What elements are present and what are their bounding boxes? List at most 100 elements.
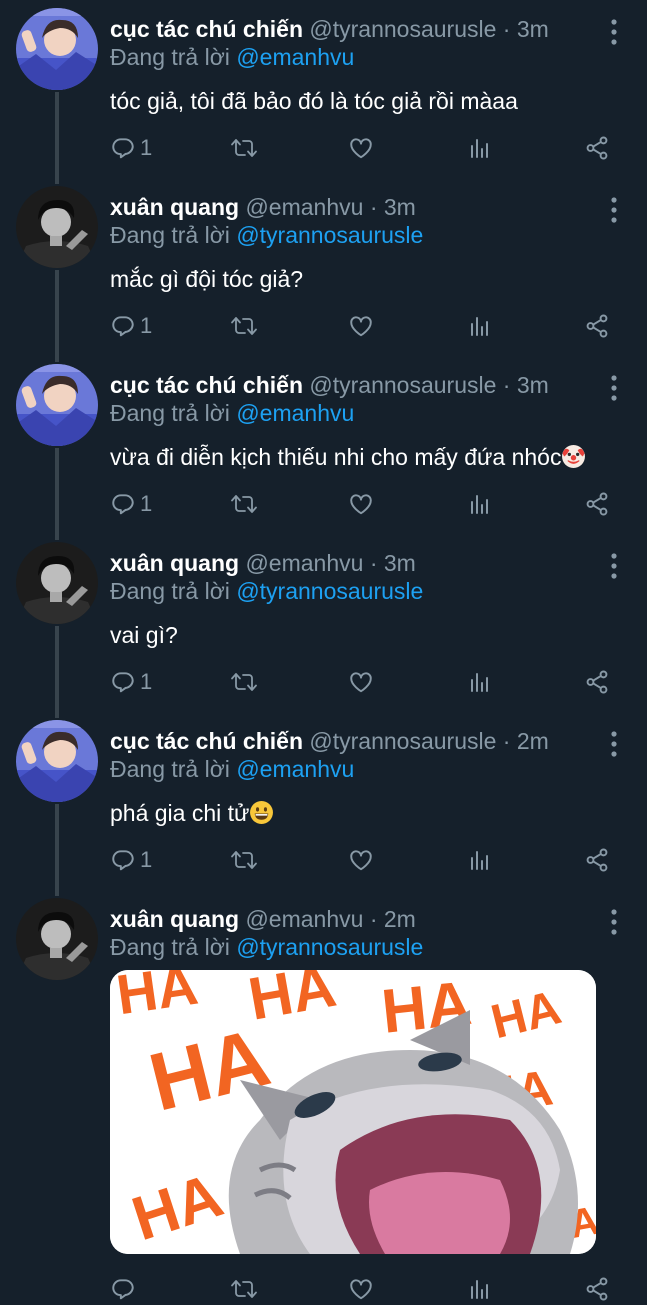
- reply-icon: [112, 850, 134, 871]
- tweet[interactable]: cục tác chú chiến @tyrannosaurusle · 3m …: [0, 0, 647, 178]
- more-vertical-icon[interactable]: [604, 194, 624, 226]
- tweet[interactable]: xuân quang @emanhvu · 2m Đang trả lời @t…: [0, 890, 647, 1305]
- retweet-button[interactable]: [230, 667, 258, 697]
- heart-icon: [350, 850, 372, 871]
- share-button[interactable]: [584, 1274, 610, 1304]
- reply-button[interactable]: 1: [110, 489, 152, 519]
- reply-button[interactable]: 1: [110, 845, 152, 875]
- tweet[interactable]: xuân quang @emanhvu · 3m Đang trả lời @t…: [0, 178, 647, 356]
- user-handle[interactable]: @tyrannosaurusle: [309, 16, 496, 42]
- tweet[interactable]: xuân quang @emanhvu · 3m Đang trả lời @t…: [0, 534, 647, 712]
- user-handle[interactable]: @emanhvu: [245, 906, 363, 932]
- retweet-icon: [231, 317, 257, 335]
- tweet[interactable]: cục tác chú chiến @tyrannosaurusle · 2m …: [0, 712, 647, 890]
- tweet[interactable]: cục tác chú chiến @tyrannosaurusle · 3m …: [0, 356, 647, 534]
- heart-icon: [350, 138, 372, 159]
- tweet-text: tóc giả, tôi đã bảo đó là tóc giả rồi mà…: [110, 88, 518, 114]
- mention-link[interactable]: @emanhvu: [236, 44, 354, 70]
- retweet-button[interactable]: [230, 311, 258, 341]
- replying-label: Đang trả lời: [110, 400, 230, 426]
- reply-button[interactable]: 1: [110, 667, 152, 697]
- replying-to: Đang trả lời @emanhvu: [110, 754, 354, 784]
- analytics-button[interactable]: [468, 311, 492, 341]
- user-handle[interactable]: @tyrannosaurusle: [309, 728, 496, 754]
- tweet-text-container: phá gia chi tử: [110, 798, 274, 828]
- more-vertical-icon[interactable]: [604, 906, 624, 938]
- share-icon: [586, 492, 608, 516]
- like-button[interactable]: [348, 489, 374, 519]
- share-button[interactable]: [584, 311, 610, 341]
- tweet-header: cục tác chú chiến @tyrannosaurusle · 2m: [110, 726, 549, 756]
- display-name[interactable]: xuân quang: [110, 906, 239, 932]
- display-name[interactable]: xuân quang: [110, 550, 239, 576]
- display-name[interactable]: xuân quang: [110, 194, 239, 220]
- tweet-text-container: vừa đi diễn kịch thiếu nhi cho mấy đứa n…: [110, 442, 586, 472]
- analytics-button[interactable]: [468, 133, 492, 163]
- share-button[interactable]: [584, 667, 610, 697]
- more-vertical-icon[interactable]: [604, 728, 624, 760]
- display-name[interactable]: cục tác chú chiến: [110, 16, 303, 42]
- separator-dot: ·: [502, 728, 511, 754]
- mention-link[interactable]: @emanhvu: [236, 400, 354, 426]
- avatar[interactable]: [16, 8, 98, 90]
- tweet-text: mắc gì đội tóc giả?: [110, 266, 304, 292]
- reply-count: 1: [140, 491, 153, 516]
- timestamp[interactable]: 3m: [517, 372, 549, 398]
- display-name[interactable]: cục tác chú chiến: [110, 372, 303, 398]
- analytics-button[interactable]: [468, 845, 492, 875]
- analytics-button[interactable]: [468, 1274, 492, 1304]
- share-button[interactable]: [584, 845, 610, 875]
- more-vertical-icon[interactable]: [604, 372, 624, 404]
- share-button[interactable]: [584, 133, 610, 163]
- reply-icon: [112, 138, 134, 159]
- like-button[interactable]: [348, 133, 374, 163]
- like-button[interactable]: [348, 845, 374, 875]
- separator-dot: ·: [369, 550, 378, 576]
- timestamp[interactable]: 2m: [517, 728, 549, 754]
- reply-icon: [112, 672, 134, 693]
- heart-icon: [350, 316, 372, 337]
- mention-link[interactable]: @tyrannosaurusle: [236, 578, 423, 604]
- like-button[interactable]: [348, 1274, 374, 1304]
- user-handle[interactable]: @emanhvu: [245, 194, 363, 220]
- timestamp[interactable]: 2m: [384, 906, 416, 932]
- tweet-header: cục tác chú chiến @tyrannosaurusle · 3m: [110, 14, 549, 44]
- avatar[interactable]: [16, 542, 98, 624]
- mention-link[interactable]: @tyrannosaurusle: [236, 222, 423, 248]
- share-button[interactable]: [584, 489, 610, 519]
- like-button[interactable]: [348, 667, 374, 697]
- user-handle[interactable]: @tyrannosaurusle: [309, 372, 496, 398]
- reply-count: 1: [140, 313, 153, 338]
- more-vertical-icon[interactable]: [604, 550, 624, 582]
- reply-button[interactable]: 1: [110, 311, 152, 341]
- timestamp[interactable]: 3m: [517, 16, 549, 42]
- timestamp[interactable]: 3m: [384, 194, 416, 220]
- like-button[interactable]: [348, 311, 374, 341]
- analytics-icon: [471, 139, 488, 158]
- replying-to: Đang trả lời @tyrannosaurusle: [110, 220, 423, 250]
- retweet-button[interactable]: [230, 845, 258, 875]
- user-handle[interactable]: @emanhvu: [245, 550, 363, 576]
- retweet-button[interactable]: [230, 133, 258, 163]
- analytics-button[interactable]: [468, 667, 492, 697]
- analytics-button[interactable]: [468, 489, 492, 519]
- mention-link[interactable]: @emanhvu: [236, 756, 354, 782]
- avatar[interactable]: [16, 898, 98, 980]
- timestamp[interactable]: 3m: [384, 550, 416, 576]
- share-icon: [586, 1277, 608, 1301]
- retweet-button[interactable]: [230, 489, 258, 519]
- avatar[interactable]: [16, 720, 98, 802]
- retweet-icon: [231, 1280, 257, 1298]
- reply-count: 1: [140, 847, 153, 872]
- reply-icon: [112, 494, 134, 515]
- more-vertical-icon[interactable]: [604, 16, 624, 48]
- retweet-button[interactable]: [230, 1274, 258, 1304]
- display-name[interactable]: cục tác chú chiến: [110, 728, 303, 754]
- mention-link[interactable]: @tyrannosaurusle: [236, 934, 423, 960]
- reply-button[interactable]: 1: [110, 133, 152, 163]
- avatar[interactable]: [16, 364, 98, 446]
- tweet-media-image[interactable]: HA HA HA HA HA HA HA HA: [110, 970, 596, 1254]
- reply-icon: [112, 316, 134, 337]
- avatar[interactable]: [16, 186, 98, 268]
- reply-button[interactable]: [110, 1274, 140, 1304]
